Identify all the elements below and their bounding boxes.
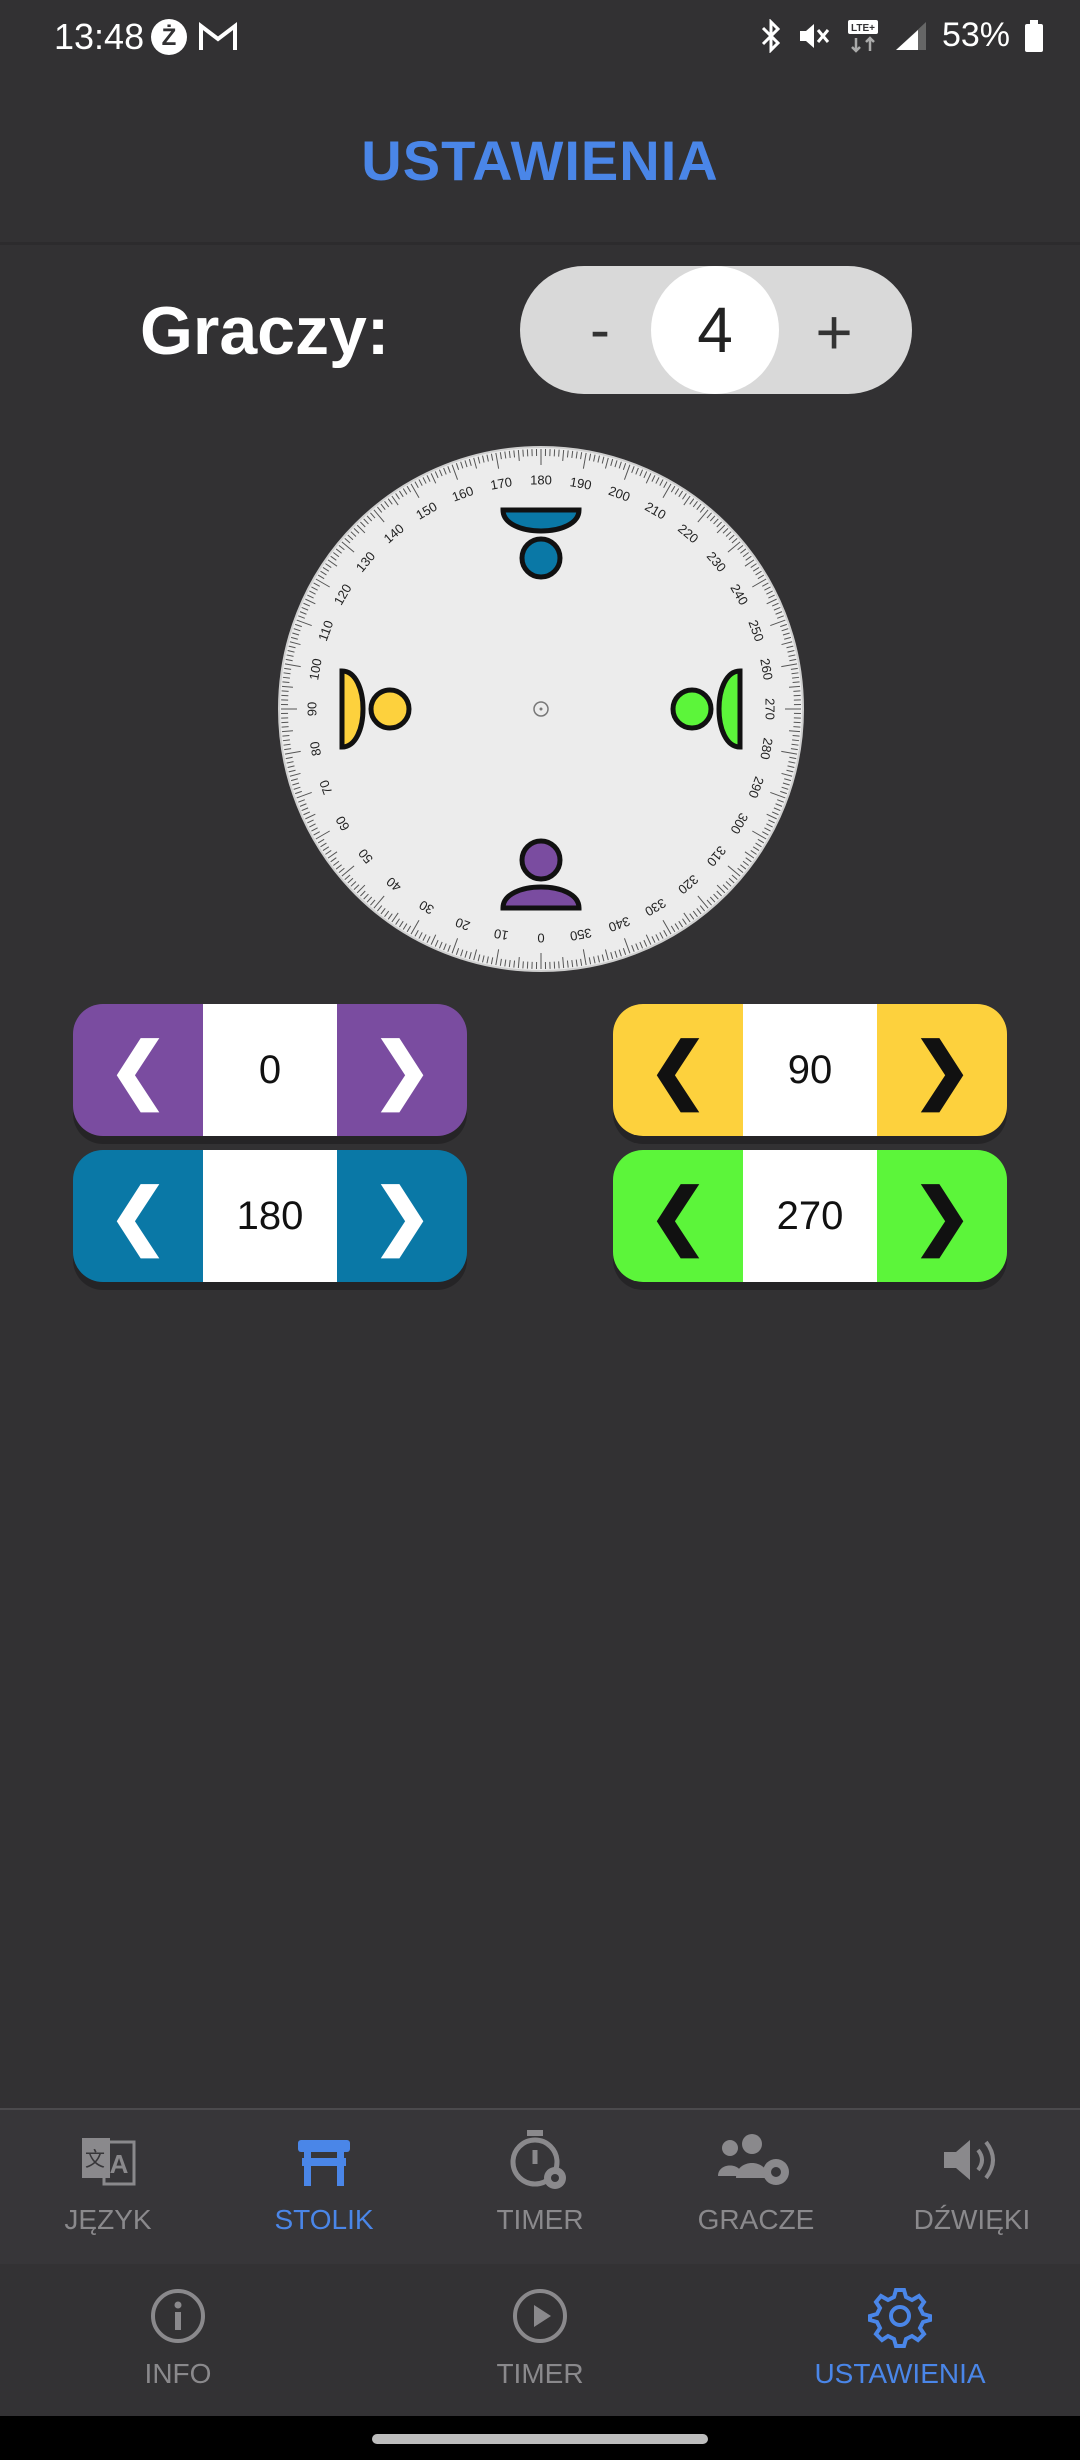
dial-tick-label: 90 [304, 702, 319, 716]
tab-table[interactable]: STOLIK [216, 2110, 432, 2260]
status-time: 13:48 [54, 16, 145, 57]
timer-settings-icon [510, 2130, 566, 2189]
lte-icon: LTE+ [847, 19, 878, 53]
seat-purple-angle: 0 [203, 1004, 337, 1136]
seat-purple-prev-button[interactable]: ❮ [73, 1004, 203, 1136]
tab-timer[interactable]: TIMER [450, 2264, 630, 2414]
tab-timer-settings[interactable]: TIMER [432, 2110, 648, 2260]
gmail-icon [199, 21, 237, 50]
battery-percent: 53% [941, 16, 1010, 54]
seat-green-prev-button[interactable]: ❮ [613, 1150, 743, 1282]
tab-info[interactable]: INFO [88, 2264, 268, 2414]
dial-tick-label: 270 [763, 698, 778, 720]
settings-tab-bar: A文 JĘZYK STOLIK TIMER GRACZE DŹWIĘKI [0, 2108, 1080, 2266]
tab-language[interactable]: A文 JĘZYK [0, 2110, 216, 2260]
svg-text:Ż: Ż [162, 24, 177, 51]
battery-icon [1025, 19, 1043, 52]
dial-tick-label: 180 [530, 472, 552, 487]
tab-timer-label: TIMER [496, 2358, 584, 2389]
table-dial[interactable]: 0 10 20 30 40 50 60 70 80 90 100 110 120 130 140 150 160… [276, 444, 806, 974]
seat-green-next-button[interactable]: ❯ [877, 1150, 1007, 1282]
dial-tick-label: 10 [493, 926, 510, 943]
players-stepper: - 4 + [520, 266, 912, 394]
gesture-bar[interactable] [372, 2434, 708, 2444]
seat-blue-prev-button[interactable]: ❮ [73, 1150, 203, 1282]
header-divider [0, 242, 1080, 245]
decrease-players-button[interactable]: - [550, 286, 650, 374]
svg-text:LTE+: LTE+ [851, 23, 875, 34]
svg-text:A: A [110, 2149, 129, 2179]
seat-purple-next-button[interactable]: ❯ [337, 1004, 467, 1136]
info-icon [151, 2289, 205, 2343]
seat-yellow-next-button[interactable]: ❯ [877, 1004, 1007, 1136]
tab-sounds-label: DŹWIĘKI [913, 2204, 1031, 2235]
seat-blue-angle: 180 [203, 1150, 337, 1282]
tab-players-settings-label: GRACZE [697, 2204, 815, 2235]
zabka-icon: Ż [151, 19, 187, 55]
increase-players-button[interactable]: + [784, 288, 884, 376]
seat-control-yellow: ❮ 90 ❯ [613, 1004, 1007, 1136]
table-icon [298, 2140, 350, 2186]
bluetooth-icon [761, 18, 781, 53]
tab-settings-label: USTAWIENIA [814, 2358, 986, 2389]
seat-blue-next-button[interactable]: ❯ [337, 1150, 467, 1282]
tab-settings[interactable]: USTAWIENIA [790, 2264, 1010, 2414]
tab-table-label: STOLIK [274, 2204, 374, 2235]
players-count: 4 [651, 266, 779, 394]
volume-icon [944, 2140, 995, 2180]
main-tab-bar: INFO TIMER USTAWIENIA [0, 2264, 1080, 2416]
signal-icon [895, 21, 926, 50]
page-title: USTAWIENIA [361, 129, 719, 192]
language-icon: A文 [82, 2138, 136, 2186]
tab-info-label: INFO [144, 2358, 212, 2389]
seat-control-green: ❮ 270 ❯ [613, 1150, 1007, 1282]
dial-tick-label: 80 [307, 740, 324, 757]
seat-yellow-prev-button[interactable]: ❮ [613, 1004, 743, 1136]
seat-control-blue: ❮ 180 ❯ [73, 1150, 467, 1282]
mute-icon [799, 23, 830, 48]
players-label: Graczy: [140, 293, 390, 369]
status-bar: 13:48 Ż LTE+ 53% [0, 0, 1080, 74]
seat-control-purple: ❮ 0 ❯ [73, 1004, 467, 1136]
tab-sounds[interactable]: DŹWIĘKI [864, 2110, 1080, 2260]
svg-text:文: 文 [85, 2147, 105, 2171]
tab-language-label: JĘZYK [64, 2204, 152, 2235]
seat-green-angle: 270 [743, 1150, 877, 1282]
gear-icon [868, 2288, 932, 2348]
tab-players-settings[interactable]: GRACZE [648, 2110, 864, 2260]
play-icon [513, 2289, 567, 2343]
seat-yellow-angle: 90 [743, 1004, 877, 1136]
tab-timer-settings-label: TIMER [496, 2204, 584, 2235]
players-settings-icon [718, 2134, 789, 2185]
dial-tick-label: 0 [537, 931, 544, 946]
